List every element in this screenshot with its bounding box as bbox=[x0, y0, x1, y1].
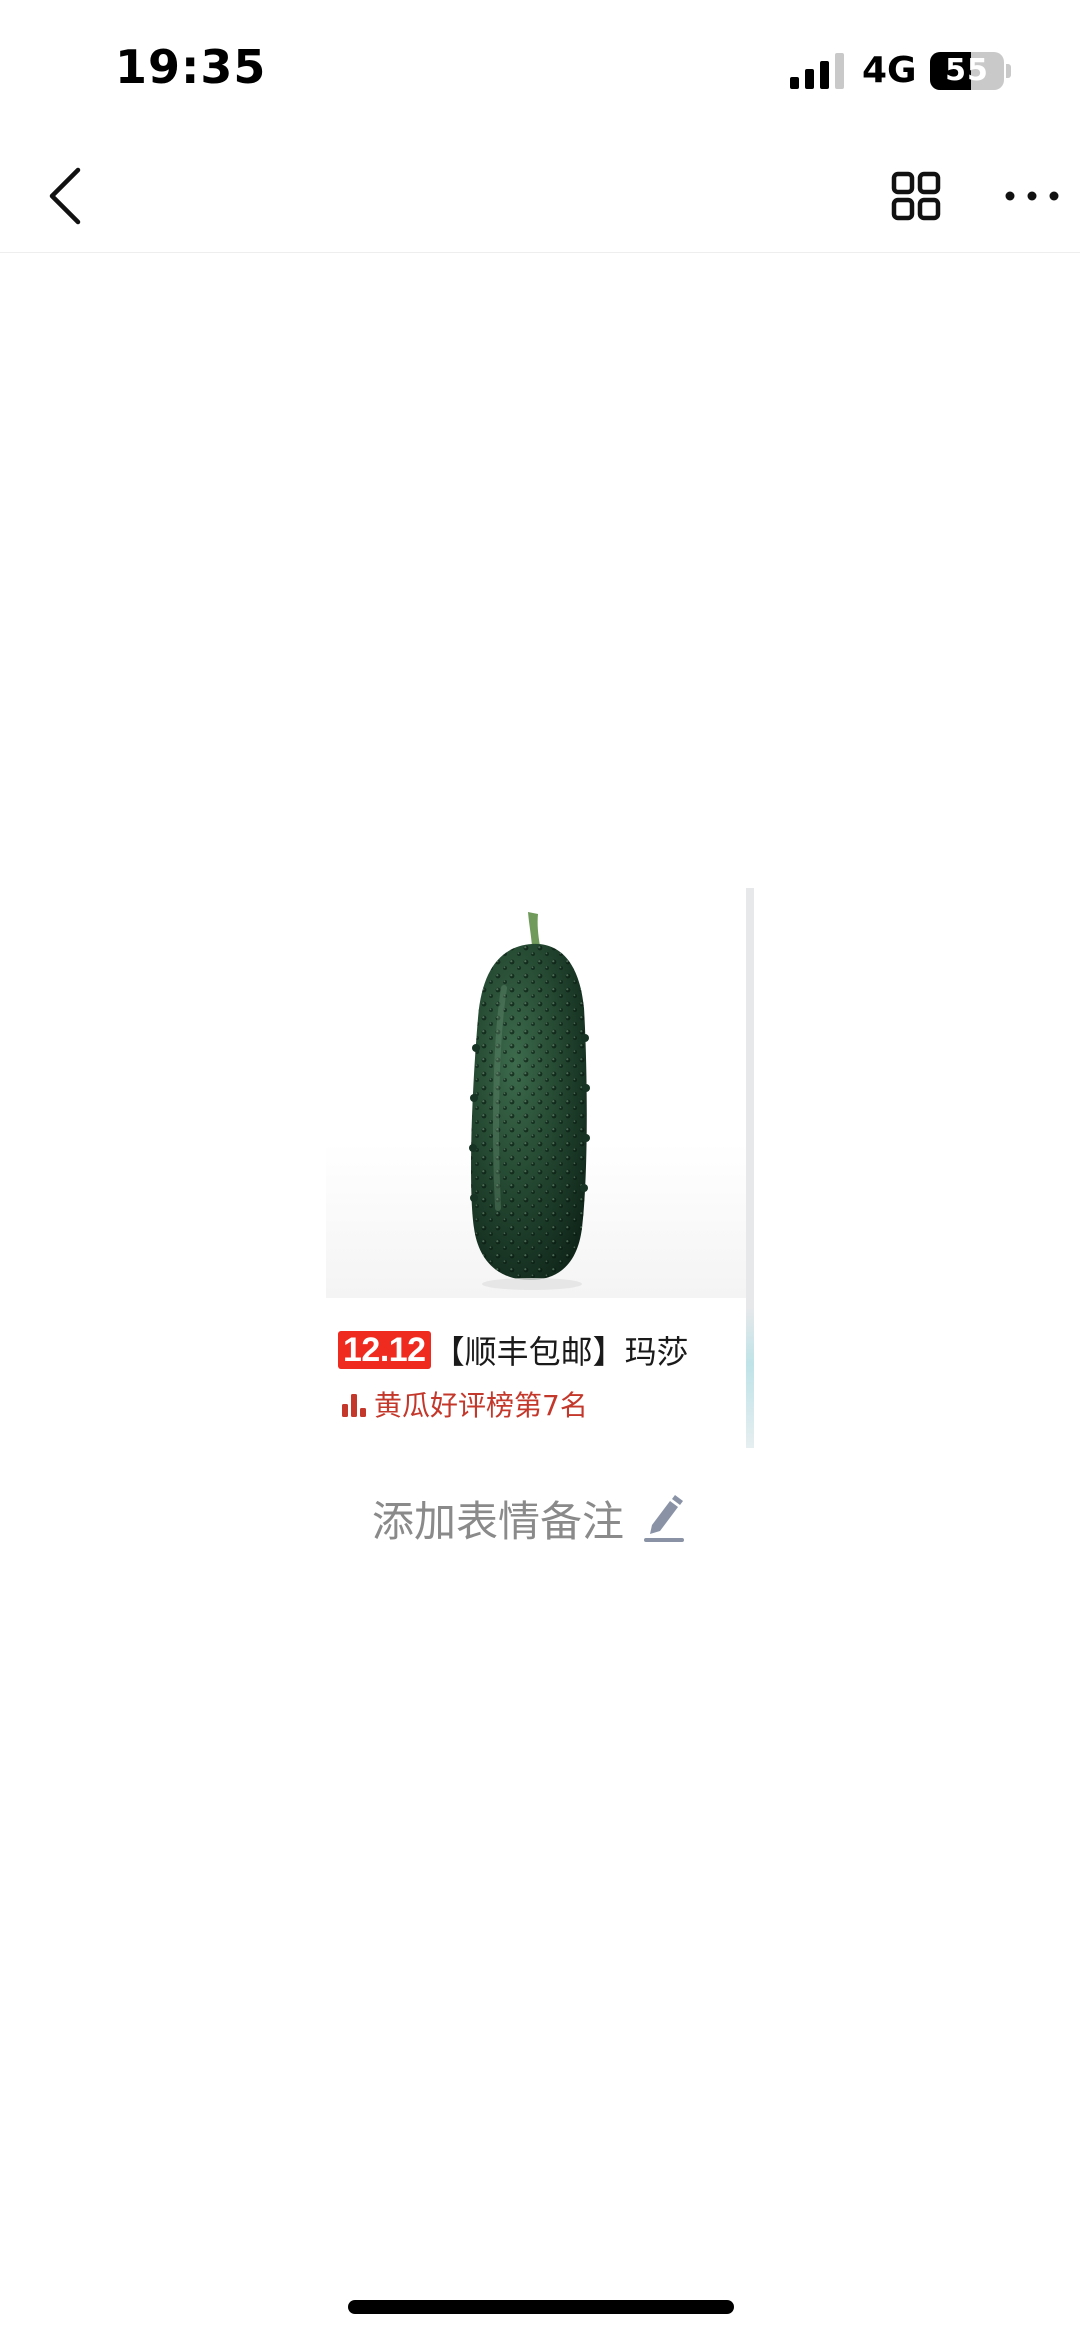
rank-row: 黄瓜好评榜第7名 bbox=[340, 1382, 588, 1426]
battery-icon: 55 bbox=[930, 52, 1004, 90]
cellular-signal-icon bbox=[790, 53, 844, 89]
product-title: 【顺丰包邮】玛莎 bbox=[432, 1333, 689, 1371]
chevron-left-icon bbox=[49, 167, 81, 225]
nav-bar bbox=[0, 140, 1080, 253]
grid-icon bbox=[891, 171, 941, 221]
add-note-button[interactable]: 添加表情备注 bbox=[372, 1486, 686, 1550]
product-image bbox=[326, 888, 746, 1298]
card-edge bbox=[746, 888, 754, 1448]
bar-chart-icon bbox=[342, 1394, 366, 1417]
add-note-label: 添加表情备注 bbox=[372, 1496, 625, 1546]
more-options-button[interactable] bbox=[994, 158, 1070, 234]
product-card[interactable]: 12.12 【顺丰包邮】玛莎 黄瓜好评榜第7名 bbox=[326, 888, 756, 1448]
cucumber-image bbox=[469, 912, 590, 1290]
home-indicator bbox=[348, 2300, 734, 2314]
grid-menu-button[interactable] bbox=[878, 158, 954, 234]
battery-tip bbox=[1006, 64, 1011, 78]
rank-text: 黄瓜好评榜第7名 bbox=[374, 1389, 588, 1422]
product-title-row: 12.12 【顺丰包邮】玛莎 bbox=[338, 1326, 689, 1374]
back-button[interactable] bbox=[28, 158, 104, 234]
status-bar: 19:35 4G 55 bbox=[0, 0, 1080, 140]
promo-badge: 12.12 bbox=[338, 1331, 431, 1369]
status-time: 19:35 bbox=[115, 40, 267, 94]
pencil-icon bbox=[644, 1495, 685, 1542]
screen: 19:35 4G 55 12.12 【顺丰包邮】玛莎 黄瓜好评榜第7名 添加表情… bbox=[0, 0, 1080, 2337]
battery-level: 55 bbox=[945, 53, 989, 88]
network-type: 4G bbox=[862, 50, 917, 91]
ellipsis-icon bbox=[1005, 191, 1059, 201]
